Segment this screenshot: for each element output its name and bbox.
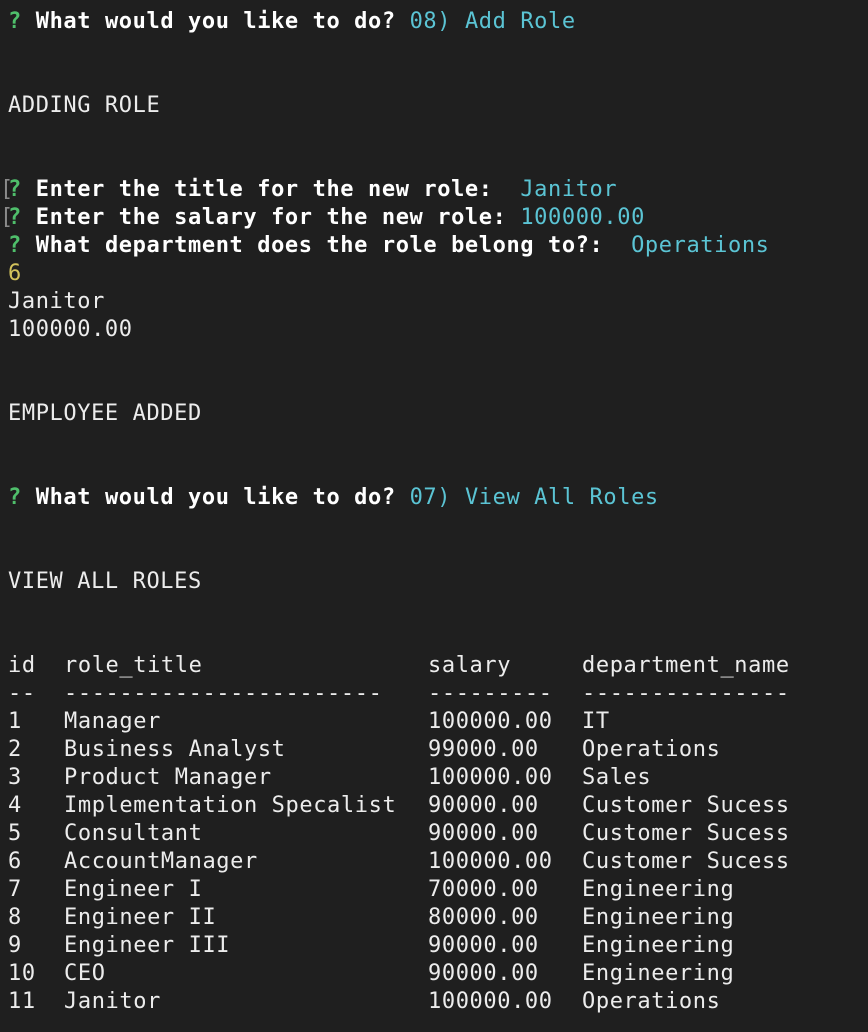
cell-salary: 100000.00: [428, 709, 553, 734]
cell-salary: 80000.00: [428, 905, 539, 930]
table-row: 5 Consultant 90000.00 Customer Sucess: [0, 820, 868, 848]
prompt-line-action: ? What would you like to do? 07) View Al…: [0, 484, 868, 512]
cell-department: Engineering: [582, 905, 735, 930]
prompt-line-action: ? What would you like to do? 08) Add Rol…: [0, 8, 868, 36]
column-header-role-title: role_title: [64, 653, 203, 678]
prompt-answer: 08) Add Role: [409, 9, 576, 34]
prompt-marker: ?: [8, 485, 22, 510]
table-row: 7 Engineer I 70000.00 Engineering: [0, 876, 868, 904]
column-header-id: id: [8, 653, 36, 678]
cell-department: Engineering: [582, 877, 735, 902]
cell-id: 4: [8, 793, 22, 818]
cell-role-title: Engineer II: [64, 905, 217, 930]
separator-department: ---------------: [582, 681, 790, 706]
cell-salary: 100000.00: [428, 989, 553, 1014]
cell-department: IT: [582, 709, 610, 734]
echo-salary: 100000.00: [8, 317, 133, 342]
cell-role-title: Janitor: [64, 989, 161, 1014]
cell-salary: 70000.00: [428, 877, 539, 902]
prompt-question: Enter the salary for the new role:: [35, 205, 507, 230]
echo-title: Janitor: [8, 289, 105, 314]
cell-role-title: Consultant: [64, 821, 203, 846]
cell-id: 11: [8, 989, 36, 1014]
prompt-answer: 100000.00: [520, 205, 645, 230]
prompt-question: What would you like to do?: [35, 485, 396, 510]
prompt-marker: ?: [8, 9, 22, 34]
prompt-answer: Janitor: [506, 177, 618, 202]
cell-salary: 90000.00: [428, 821, 539, 846]
prompt-question: What would you like to do?: [35, 9, 396, 34]
prompt-answer: Operations: [617, 233, 770, 258]
cell-role-title: Engineer I: [64, 877, 203, 902]
cell-department: Sales: [582, 765, 652, 790]
prompt-answer: 07) View All Roles: [409, 485, 659, 510]
table-row: 3 Product Manager 100000.00 Sales: [0, 764, 868, 792]
table-body: 1 Manager 100000.00 IT 2 Business Analyst 9900…: [0, 708, 868, 1016]
column-header-department: department_name: [582, 653, 790, 678]
table-row: 11 Janitor 100000.00 Operations: [0, 988, 868, 1016]
prompt-line-department: ? What department does the role belong t…: [0, 232, 868, 260]
table-row: 6 AccountManager 100000.00 Customer Sucess: [0, 848, 868, 876]
table-row: 10 CEO 90000.00 Engineering: [0, 960, 868, 988]
prompt-line-title: [? Enter the title for the new role: Jan…: [0, 176, 868, 204]
cell-salary: 90000.00: [428, 933, 539, 958]
cell-salary: 99000.00: [428, 737, 539, 762]
cell-role-title: Manager: [64, 709, 161, 734]
section-heading-view: VIEW ALL ROLES: [8, 569, 202, 594]
separator-role-title: -----------------------: [64, 681, 383, 706]
cell-department: Engineering: [582, 961, 735, 986]
column-header-salary: salary: [428, 653, 512, 678]
cell-role-title: Product Manager: [64, 765, 272, 790]
terminal-output: ? What would you like to do? 08) Add Rol…: [0, 8, 868, 1016]
roles-table: id role_title salary department_name -- …: [0, 652, 868, 1016]
cell-salary: 100000.00: [428, 849, 553, 874]
separator-id: --: [8, 681, 36, 706]
table-row: 8 Engineer II 80000.00 Engineering: [0, 904, 868, 932]
bracket-glyph: [: [0, 177, 14, 202]
echo-department-id: 6: [8, 261, 22, 286]
cell-salary: 100000.00: [428, 765, 553, 790]
bracket-glyph: [: [0, 205, 14, 230]
cell-id: 6: [8, 849, 22, 874]
cell-id: 3: [8, 765, 22, 790]
prompt-line-salary: [? Enter the salary for the new role: 10…: [0, 204, 868, 232]
cell-department: Customer Sucess: [582, 793, 790, 818]
cell-department: Operations: [582, 989, 721, 1014]
cell-department: Customer Sucess: [582, 821, 790, 846]
prompt-marker: ?: [8, 233, 22, 258]
table-row: 1 Manager 100000.00 IT: [0, 708, 868, 736]
separator-salary: ---------: [428, 681, 553, 706]
section-heading-added: EMPLOYEE ADDED: [8, 401, 202, 426]
cell-id: 9: [8, 933, 22, 958]
table-row: 4 Implementation Specalist 90000.00 Custome…: [0, 792, 868, 820]
prompt-question: What department does the role belong to?…: [35, 233, 604, 258]
cell-role-title: CEO: [64, 961, 106, 986]
cell-id: 5: [8, 821, 22, 846]
cell-role-title: Business Analyst: [64, 737, 286, 762]
cell-department: Customer Sucess: [582, 849, 790, 874]
cell-id: 10: [8, 961, 36, 986]
cell-role-title: Implementation Specalist: [64, 793, 397, 818]
cell-id: 8: [8, 905, 22, 930]
cell-department: Operations: [582, 737, 721, 762]
cell-id: 7: [8, 877, 22, 902]
table-header-row: id role_title salary department_name: [0, 652, 868, 680]
cell-department: Engineering: [582, 933, 735, 958]
table-row: 2 Business Analyst 99000.00 Operations: [0, 736, 868, 764]
section-heading-adding: ADDING ROLE: [8, 93, 161, 118]
cell-role-title: AccountManager: [64, 849, 258, 874]
cell-id: 1: [8, 709, 22, 734]
cell-id: 2: [8, 737, 22, 762]
cell-salary: 90000.00: [428, 961, 539, 986]
cell-salary: 90000.00: [428, 793, 539, 818]
table-separator-row: -- ----------------------- --------- ---…: [0, 680, 868, 708]
table-row: 9 Engineer III 90000.00 Engineering: [0, 932, 868, 960]
prompt-question: Enter the title for the new role:: [35, 177, 493, 202]
cell-role-title: Engineer III: [64, 933, 231, 958]
